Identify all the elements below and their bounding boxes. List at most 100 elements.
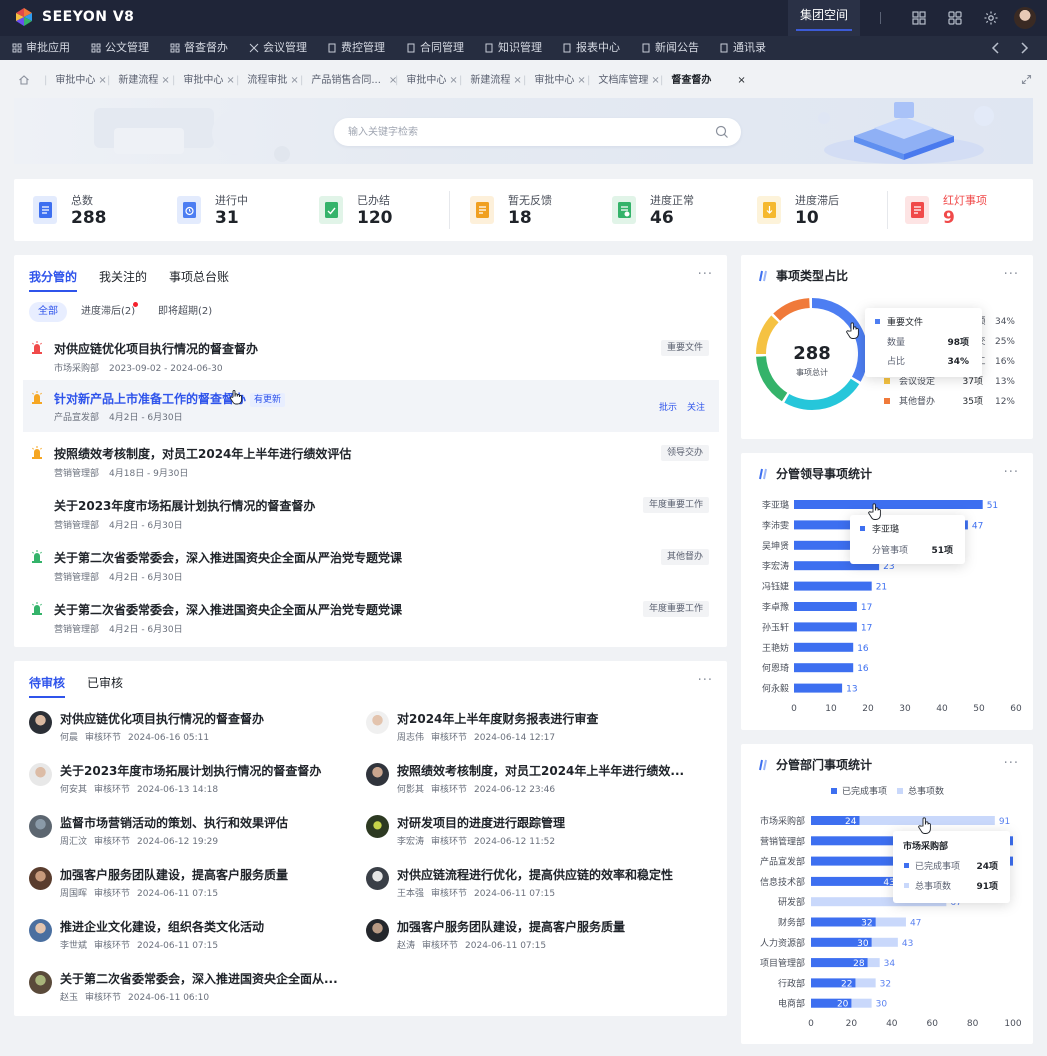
tooltip-title: 重要文件 [887, 316, 923, 328]
tab-doc-library[interactable]: | 文档库管理 × [587, 74, 660, 88]
tooltip-value: 24项 [976, 861, 998, 872]
grid-icon[interactable] [911, 10, 927, 26]
legend-swatch [831, 788, 837, 794]
tab-my-managed[interactable]: 我分管的 [29, 268, 78, 292]
tab-sales-contract[interactable]: | 产品销售合同... × [300, 74, 397, 88]
review-item[interactable]: 对研发项目的进度进行跟踪管理 李宏涛 审核环节 2024-06-12 11:52 [366, 813, 696, 853]
expand-icon[interactable] [1021, 74, 1032, 85]
review-item[interactable]: 加强客户服务团队建设，提高客户服务质量 赵涛 审核环节 2024-06-11 07:… [366, 917, 696, 957]
bar-value-label: 16 [857, 644, 869, 654]
close-icon[interactable]: × [577, 75, 585, 86]
more-button[interactable]: ··· [698, 267, 713, 282]
home-icon[interactable] [18, 74, 30, 86]
nav-item-contracts[interactable]: 合同管理 [406, 36, 464, 60]
review-time: 2024-06-14 12:17 [474, 733, 556, 743]
nav-item-supervision[interactable]: 督查督办 [170, 36, 228, 60]
nav-item-knowledge[interactable]: 知识管理 [484, 36, 542, 60]
tab-approval-center[interactable]: | 审批中心 × [523, 74, 586, 88]
review-item[interactable]: 对供应链流程进行优化，提高供应链的效率和稳定性 王本强 审核环节 2024-06-1… [366, 865, 696, 905]
more-button[interactable]: ··· [1004, 465, 1019, 480]
review-meta: 赵涛 审核环节 2024-06-11 07:15 [397, 938, 553, 951]
review-item[interactable]: 推进企业文化建设，组织各类文化活动 李世斌 审核环节 2024-06-11 07:1… [29, 917, 359, 957]
avatar [366, 867, 389, 890]
tab-approval-center[interactable]: | 审批中心 × [172, 74, 235, 88]
instruct-link[interactable]: 批示 [659, 400, 677, 413]
tab-flow-approval[interactable]: | 流程审批 × [236, 74, 299, 88]
bar-total-value: 32 [880, 979, 891, 989]
nav-label: 通讯录 [733, 41, 766, 54]
avatar [29, 711, 52, 734]
follow-link[interactable]: 关注 [687, 400, 705, 413]
close-icon[interactable]: × [226, 75, 234, 86]
task-row[interactable]: 关于第二次省委常委会，深入推进国资央企全面从严治党专题党课 营销管理部 4月2日 … [23, 542, 719, 594]
space-switcher[interactable]: 集团空间 [788, 0, 860, 36]
search-icon[interactable] [715, 125, 729, 139]
tab-label: 审批中心 [55, 75, 96, 86]
x-tick-label: 0 [791, 704, 797, 714]
nav-item-reports[interactable]: 报表中心 [562, 36, 620, 60]
more-button[interactable]: ··· [1004, 756, 1019, 771]
user-avatar[interactable] [1014, 7, 1036, 29]
review-item[interactable]: 对供应链优化项目执行情况的督查督办 何晨 审核环节 2024-06-16 05:11 [29, 709, 359, 749]
nav-item-news[interactable]: 新闻公告 [641, 36, 699, 60]
task-row-highlighted[interactable]: 针对新产品上市准备工作的督查督办 有更新 产品宣发部 4月2日 - 6月30日 批示… [23, 380, 719, 432]
tab-separator: | [300, 75, 304, 86]
filter-all[interactable]: 全部 [29, 302, 67, 322]
review-stage: 审核环节 [85, 733, 122, 743]
review-item[interactable]: 监督市场营销活动的策划、执行和效果评估 周汇汶 审核环节 2024-06-12 19… [29, 813, 359, 853]
task-row[interactable]: 关于2023年度市场拓展计划执行情况的督查督办 营销管理部 4月2日 - 6月30… [23, 490, 719, 542]
close-icon[interactable]: × [449, 75, 457, 86]
chevron-left-icon[interactable] [989, 40, 1003, 56]
tab-approval-center[interactable]: | 审批中心 × [44, 74, 107, 88]
more-button[interactable]: ··· [1004, 267, 1019, 282]
apps-icon[interactable] [947, 10, 963, 26]
divider [887, 191, 888, 229]
tab-approval-center[interactable]: | 审批中心 × [395, 74, 458, 88]
tab-reviewed[interactable]: 已审核 [87, 674, 123, 691]
tab-new-flow[interactable]: | 新建流程 × [459, 74, 522, 88]
gear-icon[interactable] [983, 10, 999, 26]
module-icon [328, 43, 336, 53]
alert-doc-icon [905, 196, 929, 224]
filter-overdue-soon[interactable]: 即将超期(2) [149, 302, 221, 322]
close-icon[interactable]: × [513, 75, 521, 86]
search-input[interactable] [348, 118, 708, 146]
check-doc-icon [319, 196, 343, 224]
close-icon[interactable]: × [290, 75, 298, 86]
more-button[interactable]: ··· [698, 673, 713, 688]
tab-pending-review[interactable]: 待审核 [29, 674, 66, 698]
task-row[interactable]: 按照绩效考核制度，对员工2024年上半年进行绩效评估 营销管理部 4月18日 - … [23, 438, 719, 490]
review-item[interactable]: 关于第二次省委常委会，深入推进国资央企全面从... 赵玉 审核环节 2024-06-… [29, 969, 359, 1009]
close-icon[interactable]: × [737, 75, 745, 86]
legend-swatch [897, 788, 903, 794]
tab-my-followed[interactable]: 我关注的 [99, 268, 147, 285]
review-item[interactable]: 加强客户服务团队建设，提高客户服务质量 周国晖 审核环节 2024-06-11 07… [29, 865, 359, 905]
task-row[interactable]: 对供应链优化项目执行情况的督查督办 市场采购部 2023-09-02 - 2024… [23, 333, 719, 385]
tab-separator: | [459, 75, 463, 86]
tab-label: 新建流程 [470, 75, 511, 86]
review-item[interactable]: 对2024年上半年度财务报表进行审查 周志伟 审核环节 2024-06-14 12:… [366, 709, 696, 749]
nav-item-expenses[interactable]: 费控管理 [327, 36, 385, 60]
nav-item-meetings[interactable]: 会议管理 [249, 36, 307, 60]
nav-item-approval[interactable]: 审批应用 [12, 36, 70, 60]
bar [794, 663, 854, 673]
tab-supervision[interactable]: | 督查督办 × [660, 74, 746, 88]
chevron-right-icon[interactable] [1017, 40, 1031, 56]
nav-item-contacts[interactable]: 通讯录 [719, 36, 766, 60]
legend-label: 其他督办 [899, 395, 935, 407]
tab-ledger[interactable]: 事项总台账 [169, 268, 229, 285]
review-meta: 赵玉 审核环节 2024-06-11 06:10 [60, 990, 216, 1003]
review-item[interactable]: 按照绩效考核制度，对员工2024年上半年进行绩效... 何影其 审核环节 2024-… [366, 761, 696, 801]
review-title: 按照绩效考核制度，对员工2024年上半年进行绩效... [397, 764, 685, 778]
close-icon[interactable]: × [98, 75, 106, 86]
task-title-text[interactable]: 针对新产品上市准备工作的督查督办 [54, 392, 246, 406]
tooltip-swatch [860, 526, 865, 531]
review-item[interactable]: 关于2023年度市场拓展计划执行情况的督查督办 何安其 审核环节 2024-06-1… [29, 761, 359, 801]
close-icon[interactable]: × [651, 75, 659, 86]
nav-item-documents[interactable]: 公文管理 [91, 36, 149, 60]
review-time: 2024-06-12 23:46 [474, 785, 556, 795]
green-flag-icon [32, 602, 42, 615]
task-row[interactable]: 关于第二次省委常委会，深入推进国资央企全面从严治党专题党课 营销管理部 4月2日 … [23, 594, 719, 646]
tab-new-flow[interactable]: | 新建流程 × [107, 74, 170, 88]
close-icon[interactable]: × [161, 75, 169, 86]
